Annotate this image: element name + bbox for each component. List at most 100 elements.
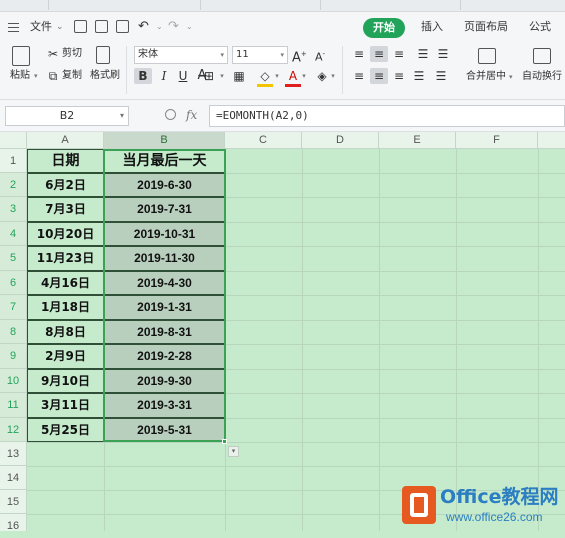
align-middle-icon[interactable]: ≡: [370, 46, 388, 62]
merge-center-icon[interactable]: [478, 48, 496, 64]
row-header[interactable]: 11: [0, 393, 27, 418]
chevron-down-icon[interactable]: ▾: [300, 68, 308, 84]
row-header[interactable]: 7: [0, 295, 27, 320]
align-center-icon[interactable]: ≡: [370, 68, 388, 84]
tab-insert[interactable]: 插入: [421, 19, 443, 35]
chevron-down-icon[interactable]: ▾: [509, 71, 513, 83]
window-tab[interactable]: [200, 0, 201, 10]
cell-a3[interactable]: 7月3日: [27, 197, 104, 222]
row-header[interactable]: 9: [0, 344, 27, 369]
formula-input[interactable]: =EOMONTH(A2,0): [209, 105, 565, 127]
paste-button[interactable]: 粘贴: [10, 70, 30, 82]
format-painter-button[interactable]: 格式刷: [90, 70, 120, 82]
cell-a1[interactable]: 日期: [27, 149, 104, 173]
cell-b3[interactable]: 2019-7-31: [104, 197, 225, 222]
window-tab[interactable]: [320, 0, 321, 10]
undo-icon[interactable]: ↶: [138, 19, 149, 35]
print-preview-icon[interactable]: [116, 20, 129, 33]
cell-b1[interactable]: 当月最后一天: [104, 149, 225, 173]
chevron-down-icon[interactable]: ⌄: [56, 19, 64, 35]
cell-a11[interactable]: 3月11日: [27, 393, 104, 418]
cut-button[interactable]: 剪切: [62, 48, 82, 60]
chevron-down-icon[interactable]: ▾: [218, 68, 226, 84]
column-header-b[interactable]: B: [104, 132, 225, 149]
row-header[interactable]: 10: [0, 369, 27, 393]
cell-a12[interactable]: 5月25日: [27, 418, 104, 442]
redo-dropdown-icon[interactable]: ⌄: [186, 19, 193, 35]
name-box[interactable]: B2 ▾: [5, 106, 129, 126]
cell-a7[interactable]: 1月18日: [27, 295, 104, 320]
wrap-text-button[interactable]: 自动换行: [522, 71, 562, 83]
align-left-icon[interactable]: ≡: [350, 68, 368, 84]
increase-font-size-icon[interactable]: A+: [292, 46, 307, 66]
row-header[interactable]: 6: [0, 271, 27, 295]
row-header[interactable]: 2: [0, 173, 27, 197]
distributed-icon[interactable]: ☰: [432, 68, 450, 84]
cell-a5[interactable]: 11月23日: [27, 246, 104, 271]
justify-icon[interactable]: ☰: [410, 68, 428, 84]
chevron-down-icon[interactable]: ▾: [273, 68, 281, 84]
spreadsheet-grid[interactable]: A B C D E F 1 2 3 4 5 6 7 8 9 10 11 12 1…: [0, 132, 565, 532]
window-tab[interactable]: [48, 0, 49, 10]
cell-b10[interactable]: 2019-9-30: [104, 369, 225, 393]
column-header-d[interactable]: D: [302, 132, 379, 149]
row-header[interactable]: 14: [0, 466, 27, 490]
clear-format-icon[interactable]: ◈: [314, 68, 330, 84]
zoom-icon[interactable]: [165, 109, 176, 120]
paste-icon[interactable]: [12, 46, 30, 66]
undo-dropdown-icon[interactable]: ⌄: [156, 19, 163, 35]
font-size-select[interactable]: 11 ▾: [232, 46, 288, 64]
borders-icon[interactable]: ⊞: [200, 68, 218, 84]
merge-center-button[interactable]: 合并居中: [466, 71, 506, 83]
align-top-icon[interactable]: ≡: [350, 46, 368, 62]
underline-icon[interactable]: U: [175, 68, 191, 84]
row-header[interactable]: 12: [0, 418, 27, 442]
print-icon[interactable]: [95, 20, 108, 33]
indent-icon[interactable]: ☰: [434, 46, 452, 62]
cell-b9[interactable]: 2019-2-28: [104, 344, 225, 369]
row-header[interactable]: 16: [0, 514, 27, 532]
tab-formulas[interactable]: 公式: [529, 19, 551, 35]
row-header[interactable]: 15: [0, 490, 27, 514]
save-icon[interactable]: [74, 20, 87, 33]
row-header[interactable]: 5: [0, 246, 27, 271]
cell-a9[interactable]: 2月9日: [27, 344, 104, 369]
fill-color-icon[interactable]: ◇: [257, 68, 273, 87]
tab-home[interactable]: 开始: [363, 18, 405, 38]
format-painter-icon[interactable]: [96, 46, 110, 64]
column-header-a[interactable]: A: [27, 132, 104, 149]
decrease-font-size-icon[interactable]: A-: [313, 46, 327, 66]
bold-icon[interactable]: B: [134, 68, 152, 84]
fill-handle[interactable]: [222, 439, 227, 444]
column-header-c[interactable]: C: [225, 132, 302, 149]
column-header-f[interactable]: F: [456, 132, 538, 149]
copy-button[interactable]: 复制: [62, 70, 82, 82]
align-bottom-icon[interactable]: ≡: [390, 46, 408, 62]
align-right-icon[interactable]: ≡: [390, 68, 408, 84]
cell-b5[interactable]: 2019-11-30: [104, 246, 225, 271]
cell-a8[interactable]: 8月8日: [27, 320, 104, 344]
cell-a2[interactable]: 6月2日: [27, 173, 104, 197]
row-header[interactable]: 4: [0, 222, 27, 246]
cell-b4[interactable]: 2019-10-31: [104, 222, 225, 246]
paste-dropdown-icon[interactable]: ▾: [34, 70, 38, 82]
font-name-select[interactable]: 宋体 ▾: [134, 46, 228, 64]
cell-b6[interactable]: 2019-4-30: [104, 271, 225, 295]
cell-b12[interactable]: 2019-5-31: [104, 418, 225, 442]
cell-a10[interactable]: 9月10日: [27, 369, 104, 393]
chevron-down-icon[interactable]: ▾: [329, 68, 337, 84]
tab-page-layout[interactable]: 页面布局: [464, 19, 508, 35]
file-menu[interactable]: 文件: [30, 19, 52, 35]
row-header[interactable]: 13: [0, 442, 27, 466]
scissors-icon[interactable]: ✂: [46, 46, 60, 62]
column-header-g[interactable]: [538, 132, 565, 149]
font-color-icon[interactable]: A: [285, 68, 301, 87]
cell-b8[interactable]: 2019-8-31: [104, 320, 225, 344]
cell-b7[interactable]: 2019-1-31: [104, 295, 225, 320]
row-header[interactable]: 3: [0, 197, 27, 222]
select-all-corner[interactable]: [0, 132, 27, 149]
window-tab[interactable]: [460, 0, 461, 10]
cell-b11[interactable]: 2019-3-31: [104, 393, 225, 418]
cell-a6[interactable]: 4月16日: [27, 271, 104, 295]
redo-icon[interactable]: ↷: [168, 19, 179, 35]
